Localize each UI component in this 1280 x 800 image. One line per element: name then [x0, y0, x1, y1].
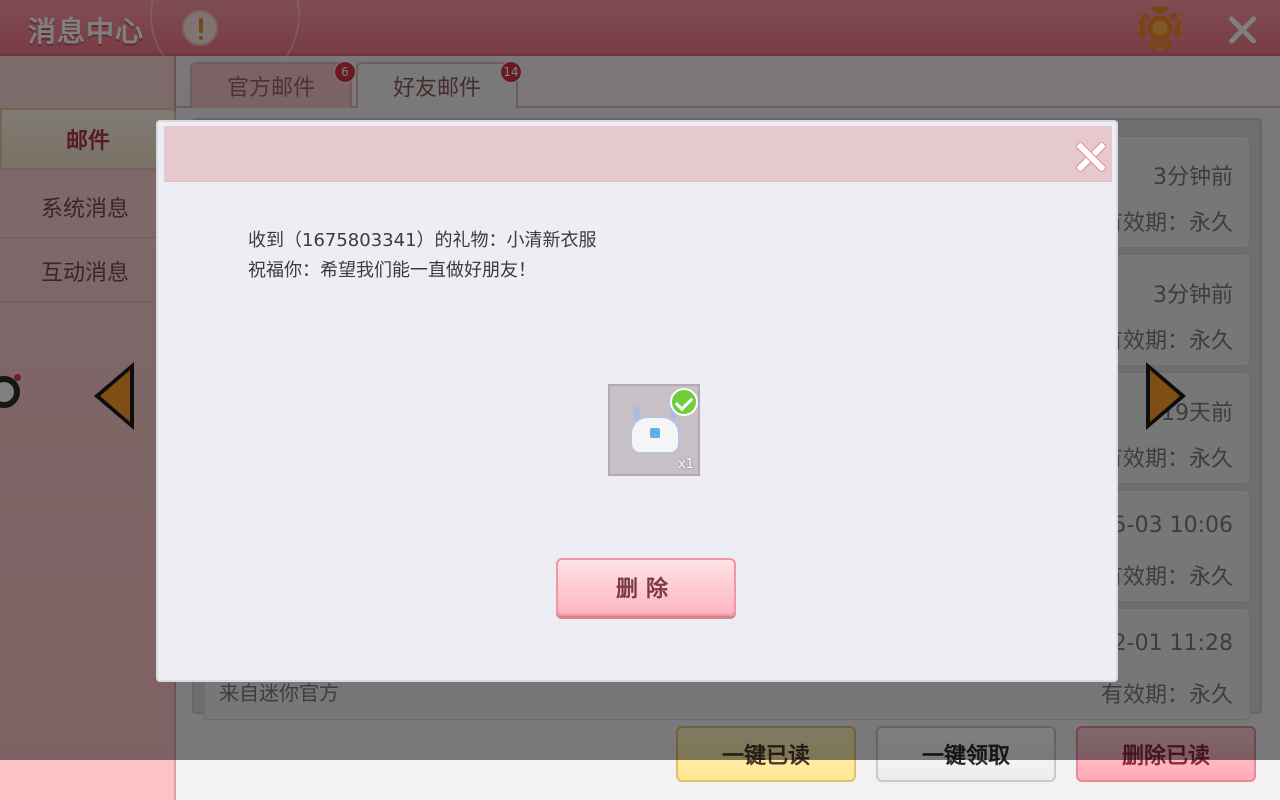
check-icon: [670, 388, 698, 416]
delete-button[interactable]: 删除: [556, 558, 736, 616]
blessing-message: 祝福你：希望我们能一直做好朋友！: [248, 260, 536, 281]
close-icon[interactable]: [1074, 140, 1106, 172]
dialog-header: [164, 126, 1112, 182]
mail-detail-dialog: 收到（1675803341）的礼物：小清新衣服 祝福你：希望我们能一直做好朋友！…: [156, 120, 1118, 682]
gift-quantity: x1: [678, 457, 694, 472]
gift-message: 收到（1675803341）的礼物：小清新衣服: [248, 230, 597, 251]
gift-item-slot[interactable]: x1: [608, 384, 700, 476]
